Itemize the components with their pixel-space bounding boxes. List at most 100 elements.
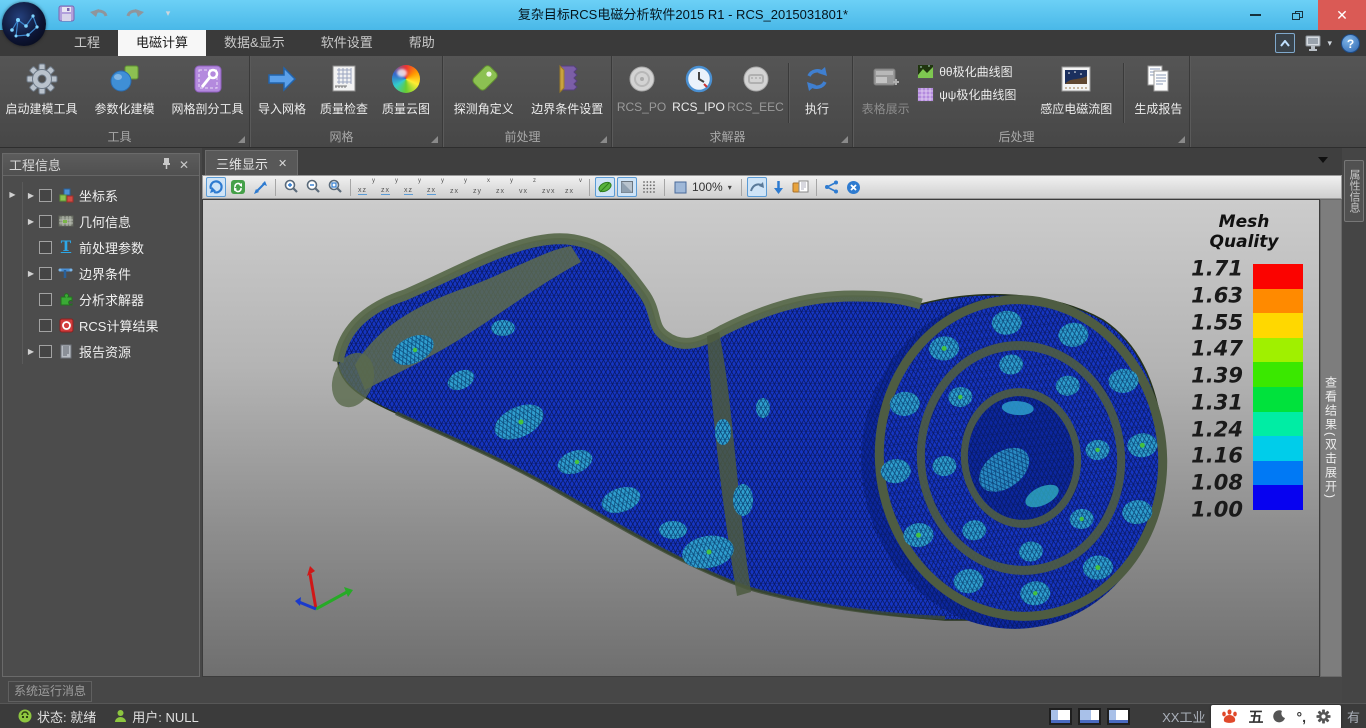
view-orientation-button-9[interactable]: zvx	[540, 178, 561, 196]
quality-check-button[interactable]: 质量检查	[313, 59, 375, 117]
view-orientation-button-1[interactable]: yxz	[356, 178, 377, 196]
rcs-po-button[interactable]: RCS_PO	[613, 59, 670, 114]
app-logo-icon[interactable]	[2, 2, 46, 46]
zoom-scale-button[interactable]: 100% ▾	[670, 177, 736, 197]
rotate-center-button[interactable]	[747, 177, 767, 197]
pan-button[interactable]	[250, 177, 270, 197]
tab-project[interactable]: 工程	[56, 30, 118, 56]
tab-data-display[interactable]: 数据&显示	[206, 30, 303, 56]
status-indicator: 状态: 就绪	[18, 707, 96, 726]
panel-close-icon[interactable]: ✕	[175, 158, 193, 172]
generate-report-button[interactable]: 生成报告	[1128, 59, 1189, 117]
tree-item-analysis-solver[interactable]: 分析求解器	[3, 286, 199, 312]
launch-modeling-tool-button[interactable]: 启动建模工具	[0, 59, 83, 117]
tree-item-coordinate-system[interactable]: ▶ ▶ 坐标系	[3, 182, 199, 208]
view-orientation-button-2[interactable]: yzx	[379, 178, 400, 196]
rcs-ipo-button[interactable]: RCS_IPO	[670, 59, 727, 114]
induced-current-map-button[interactable]: 感应电磁流图	[1034, 59, 1119, 117]
execute-button[interactable]: 执行	[793, 59, 841, 117]
expand-icon[interactable]: ▶	[23, 269, 39, 278]
import-mesh-button[interactable]: 导入网格	[251, 59, 313, 117]
view-orientation-button-8[interactable]: zvx	[517, 178, 538, 196]
view-results-collapsed-panel[interactable]: 查看结果(双击展开)	[1320, 199, 1342, 677]
tree-checkbox[interactable]	[39, 189, 52, 202]
shaded-surface-button[interactable]	[617, 177, 637, 197]
tab-software-settings[interactable]: 软件设置	[303, 30, 391, 56]
help-button[interactable]: ?	[1341, 34, 1360, 53]
display-mode-button[interactable]: ▾	[1304, 34, 1332, 52]
psi-polarization-curve-button[interactable]: ψψ极化曲线图	[917, 86, 1034, 103]
project-panel-title: 工程信息	[9, 155, 157, 174]
sync-arrows-icon	[802, 61, 832, 97]
table-display-button[interactable]: 表格展示	[854, 59, 917, 117]
parametric-modeling-button[interactable]: 参数化建模	[83, 59, 166, 117]
zoom-in-button[interactable]	[281, 177, 301, 197]
close-view-button[interactable]	[844, 177, 864, 197]
rcs-eec-button[interactable]: RCS_EEC	[727, 59, 784, 114]
view-orientation-button-3[interactable]: yxz	[402, 178, 423, 196]
ime-moon-icon[interactable]	[1273, 710, 1286, 723]
quality-contour-button[interactable]: 质量云图	[375, 59, 437, 117]
meshing-tool-button[interactable]: 网格剖分工具	[166, 59, 249, 117]
viewport-3d[interactable]: Mesh Quality 1.71 1.63 1.55 1.47 1.39 1.…	[202, 199, 1320, 677]
expand-icon[interactable]: ▶	[23, 191, 39, 200]
properties-info-tab[interactable]: 属性信息	[1344, 160, 1364, 222]
minimize-button[interactable]	[1234, 0, 1276, 30]
panel-layout-button-2[interactable]	[1078, 708, 1101, 725]
tree-checkbox[interactable]	[39, 241, 52, 254]
tree-item-boundary-conditions[interactable]: ▶ 边界条件	[3, 260, 199, 286]
panel-layout-button-3[interactable]	[1107, 708, 1130, 725]
legend-label: 1.16	[1191, 446, 1243, 467]
system-messages-tab[interactable]: 系统运行消息	[8, 681, 92, 702]
tree-checkbox[interactable]	[39, 345, 52, 358]
view-orientation-button-7[interactable]: yzx	[494, 178, 515, 196]
solver-po-icon	[628, 61, 656, 97]
tab-overflow-icon[interactable]	[1318, 157, 1328, 163]
tree-item-rcs-results[interactable]: RCS计算结果	[3, 312, 199, 338]
tree-checkbox[interactable]	[39, 215, 52, 228]
root-expand-icon[interactable]: ▶	[3, 182, 23, 208]
tree-checkbox[interactable]	[39, 319, 52, 332]
move-down-button[interactable]	[769, 177, 789, 197]
tree-checkbox[interactable]	[39, 293, 52, 306]
theta-polarization-curve-button[interactable]: θθ极化曲线图	[917, 63, 1034, 80]
tree-item-geometry-info[interactable]: ▶ 几何信息	[3, 208, 199, 234]
solver-eec-icon	[742, 61, 770, 97]
wireframe-button[interactable]	[639, 177, 659, 197]
share-button[interactable]	[822, 177, 842, 197]
view-orientation-button-4[interactable]: yzx	[425, 178, 446, 196]
zoom-out-button[interactable]	[303, 177, 323, 197]
zoom-fit-button[interactable]	[325, 177, 345, 197]
tab-electromagnetic-compute[interactable]: 电磁计算	[118, 30, 206, 56]
expand-icon[interactable]: ▶	[23, 217, 39, 226]
tree-checkbox[interactable]	[39, 267, 52, 280]
tree-item-report-resources[interactable]: ▶ 报告资源	[3, 338, 199, 364]
refresh-view-button[interactable]	[228, 177, 248, 197]
orbit-rotate-button[interactable]	[206, 177, 226, 197]
export-image-button[interactable]	[791, 177, 811, 197]
smooth-shading-button[interactable]	[595, 177, 615, 197]
ime-punctuation-label[interactable]: °,	[1296, 709, 1306, 725]
ime-settings-gear-icon[interactable]	[1316, 709, 1331, 724]
restore-button[interactable]	[1276, 0, 1318, 30]
window-controls: ✕	[1234, 0, 1366, 30]
expand-icon[interactable]: ▶	[23, 347, 39, 356]
zoom-dropdown-icon[interactable]: ▾	[728, 183, 732, 192]
panel-layout-button-1[interactable]	[1049, 708, 1072, 725]
tree-item-preprocess-params[interactable]: T 前处理参数	[3, 234, 199, 260]
tab-close-icon[interactable]: ✕	[278, 157, 287, 170]
ime-paw-icon[interactable]	[1221, 709, 1238, 724]
boundary-conditions-button[interactable]: 边界条件设置	[524, 59, 611, 117]
view-orientation-button-10[interactable]: vzx	[563, 178, 584, 196]
tab-help[interactable]: 帮助	[391, 30, 453, 56]
close-button[interactable]: ✕	[1318, 0, 1366, 30]
view-orientation-button-5[interactable]: yzx	[448, 178, 469, 196]
detection-angle-button[interactable]: 探测角定义	[444, 59, 524, 117]
view-orientation-button-6[interactable]: xzy	[471, 178, 492, 196]
pin-icon[interactable]	[157, 157, 175, 172]
viewport-tab-3d[interactable]: 三维显示 ✕	[205, 150, 298, 175]
ime-mode-label[interactable]: 五	[1248, 706, 1263, 727]
grid-check-icon	[329, 61, 359, 97]
tag-icon	[468, 61, 500, 97]
collapse-ribbon-button[interactable]	[1275, 33, 1295, 53]
